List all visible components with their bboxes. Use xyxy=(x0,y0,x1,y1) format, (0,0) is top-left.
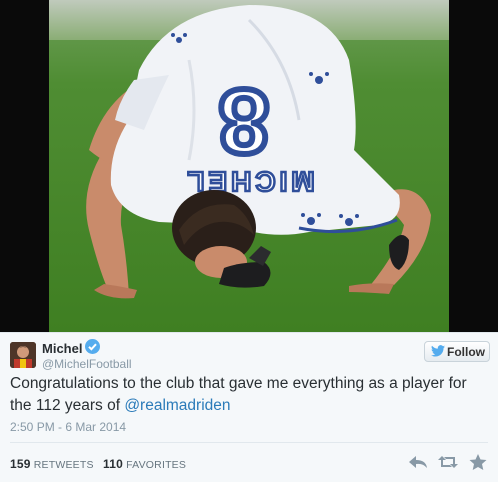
follow-label: Follow xyxy=(447,345,485,359)
author-handle[interactable]: @MichelFootball xyxy=(42,357,132,371)
tweet-photo[interactable]: 8 MICHEL xyxy=(49,0,449,332)
twitter-bird-icon xyxy=(431,345,445,360)
stats-divider xyxy=(10,442,488,443)
reply-icon[interactable] xyxy=(408,453,428,471)
svg-text:8: 8 xyxy=(218,70,269,172)
tweet-actions xyxy=(408,453,488,471)
author-name[interactable]: Michel xyxy=(42,341,82,356)
favorites-count[interactable]: 110 xyxy=(103,457,123,471)
tweet-photo-container: 8 MICHEL xyxy=(0,0,498,332)
tweet-timestamp[interactable]: 2:50 PM - 6 Mar 2014 xyxy=(10,420,126,434)
retweets-count[interactable]: 159 xyxy=(10,457,31,471)
author-avatar[interactable] xyxy=(10,342,36,368)
favorite-icon[interactable] xyxy=(468,453,488,471)
tweet-card: Michel @MichelFootball Follow Congratula… xyxy=(0,332,498,482)
follow-button[interactable]: Follow xyxy=(424,341,490,362)
retweets-label[interactable]: RETWEETS xyxy=(34,459,94,471)
tweet-stats: 159 RETWEETS 110 FAVORITES xyxy=(10,457,186,471)
mention-link[interactable]: @realmadriden xyxy=(124,397,230,414)
tweet-text: Congratulations to the club that gave me… xyxy=(10,373,490,417)
tweet-text-body: Congratulations to the club that gave me… xyxy=(10,375,467,414)
retweet-icon[interactable] xyxy=(438,453,458,471)
verified-check-icon xyxy=(85,339,100,354)
favorites-label[interactable]: FAVORITES xyxy=(126,459,186,471)
